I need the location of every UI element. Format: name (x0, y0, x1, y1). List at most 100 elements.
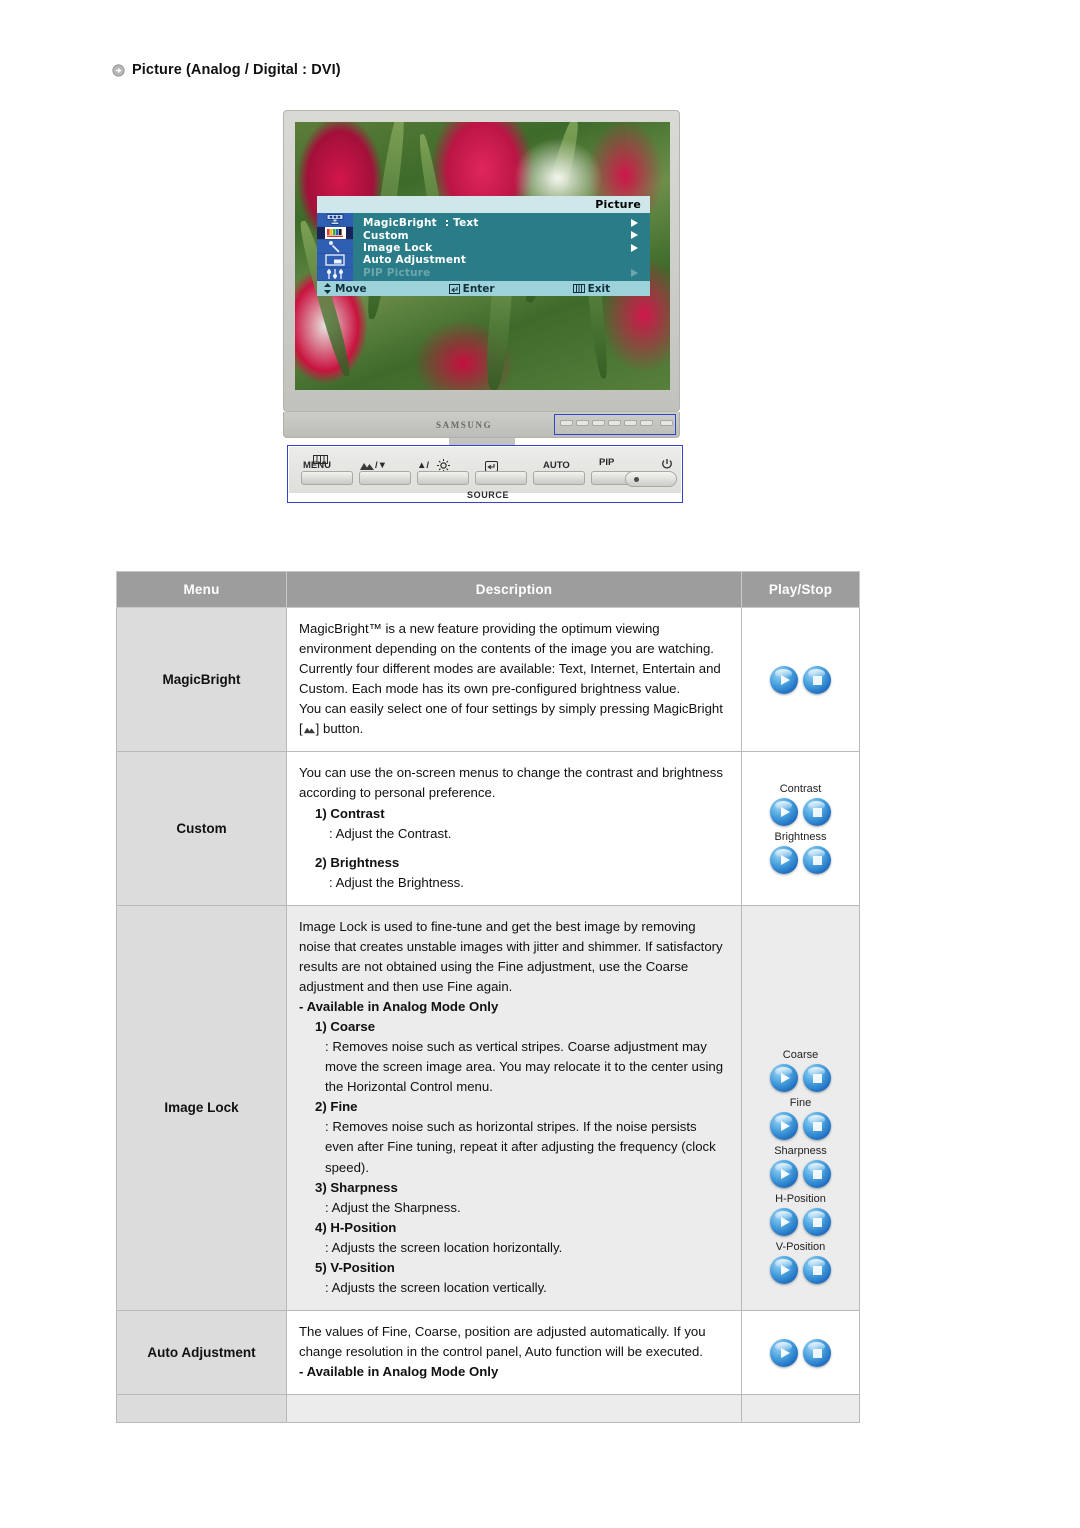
row-menu-label: MagicBright (116, 606, 287, 753)
input-source-icon[interactable] (317, 213, 353, 227)
mini-button[interactable] (624, 420, 637, 426)
control-panel-surface: MENU /▼ ▲/ SOURCE AUTO PIP (289, 447, 681, 500)
mini-button[interactable] (560, 420, 573, 426)
up-down-arrows-icon (324, 283, 331, 294)
setup-sliders-icon[interactable] (317, 268, 353, 281)
play-button[interactable] (770, 1112, 798, 1141)
auto-button[interactable] (533, 471, 585, 485)
play-stop-pair[interactable] (746, 797, 855, 826)
play-stop-pair[interactable] (746, 1160, 855, 1189)
control-label: Contrast (779, 782, 822, 795)
osd-title-bar: Picture (317, 196, 650, 213)
play-stop-pair[interactable] (746, 1064, 855, 1093)
up-brightness-button[interactable] (417, 471, 469, 485)
play-button[interactable] (770, 666, 798, 695)
osd-item-label: PIP Picture (363, 266, 431, 279)
play-stop-pair[interactable] (746, 845, 855, 874)
column-header-menu: Menu (116, 571, 287, 608)
osd-item-image-lock[interactable]: Image Lock (363, 242, 650, 254)
sub-item-body: : Removes noise such as horizontal strip… (325, 1119, 716, 1175)
control-label: Sharpness (774, 1145, 827, 1158)
sub-item-body: : Adjust the Brightness. (329, 874, 464, 890)
row-description: Image Lock is used to fine-tune and get … (286, 904, 742, 1311)
row-description: MagicBright™ is a new feature providing … (286, 606, 742, 753)
play-button[interactable] (770, 797, 798, 826)
description-paragraph-magicbright-button: You can easily select one of four settin… (299, 701, 723, 737)
stop-button[interactable] (803, 1339, 831, 1368)
power-button[interactable] (625, 471, 677, 487)
osd-item-custom[interactable]: Custom (363, 229, 650, 242)
mini-button[interactable] (592, 420, 605, 426)
row-description (286, 1394, 742, 1424)
mini-button[interactable] (660, 420, 673, 426)
menu-button[interactable] (301, 471, 353, 485)
control-panel-callout: MENU /▼ ▲/ SOURCE AUTO PIP (287, 445, 683, 503)
osd-footer-enter: Enter (448, 283, 495, 295)
osd-item-pip-picture[interactable]: PIP Picture (363, 267, 650, 279)
availability-note: - Available in Analog Mode Only (299, 999, 499, 1014)
pip-window-icon[interactable] (317, 254, 353, 268)
play-stop-pair[interactable] (746, 1112, 855, 1141)
up-brightness-button-label: ▲/ (417, 460, 430, 471)
row-menu-label: Auto Adjustment (116, 1309, 287, 1396)
sub-item-title: 5) V-Position (315, 1259, 395, 1275)
enter-key-icon (448, 283, 460, 294)
chevron-right-icon (631, 231, 638, 240)
chevron-right-icon (631, 243, 638, 252)
osd-footer-exit-label: Exit (587, 282, 611, 295)
stop-button[interactable] (803, 845, 831, 874)
stop-button[interactable] (803, 1064, 831, 1093)
monitor-bottom-bezel: SAMSUNG (283, 412, 680, 438)
magicbright-down-button[interactable] (359, 471, 411, 485)
availability-note: - Available in Analog Mode Only (299, 1364, 499, 1380)
osd-sidebar[interactable] (317, 213, 353, 281)
mini-button[interactable] (576, 420, 589, 426)
sub-item-title: 1) Contrast (315, 805, 385, 821)
row-menu-label: Image Lock (116, 904, 287, 1311)
sub-item-title: 3) Sharpness (315, 1179, 398, 1195)
row-controls (741, 1394, 860, 1424)
color-bars-icon[interactable] (317, 226, 353, 240)
osd-menu[interactable]: Picture MagicBright: Text Custom Image … (317, 196, 650, 296)
play-stop-pair[interactable] (746, 1208, 855, 1237)
table-row: Image Lock Image Lock is used to fine-tu… (116, 904, 860, 1311)
osd-item-list[interactable]: MagicBright : Text Custom Image Lock Aut… (353, 213, 650, 281)
osd-item-label: Auto Adjustment (363, 254, 467, 267)
row-description: You can use the on-screen menus to chang… (286, 751, 742, 906)
brand-logo: SAMSUNG (436, 420, 493, 430)
stop-button[interactable] (803, 1256, 831, 1285)
row-controls (741, 606, 860, 753)
magic-wand-icon[interactable] (317, 240, 353, 254)
picture-menu-table: Menu Description Play/Stop MagicBright M… (116, 571, 860, 1424)
osd-item-magicbright[interactable]: MagicBright : Text (363, 217, 650, 229)
power-indicator-dot (634, 477, 639, 482)
control-label: Coarse (782, 1049, 819, 1062)
play-button[interactable] (770, 1064, 798, 1093)
stop-button[interactable] (803, 1160, 831, 1189)
play-button[interactable] (770, 1208, 798, 1237)
mini-button[interactable] (640, 420, 653, 426)
play-button[interactable] (770, 1256, 798, 1285)
control-label: Fine (789, 1097, 812, 1110)
play-button[interactable] (770, 1160, 798, 1189)
mini-button[interactable] (608, 420, 621, 426)
osd-item-label: MagicBright (363, 217, 437, 230)
play-stop-pair[interactable] (746, 1256, 855, 1285)
play-button[interactable] (770, 1339, 798, 1368)
sub-item-body: : Adjust the Contrast. (329, 825, 452, 841)
stop-button[interactable] (803, 797, 831, 826)
play-stop-pair[interactable] (746, 1339, 855, 1368)
osd-item-auto-adjustment[interactable]: Auto Adjustment (363, 254, 650, 266)
play-button[interactable] (770, 845, 798, 874)
stop-button[interactable] (803, 666, 831, 695)
description-intro: You can use the on-screen menus to chang… (299, 765, 723, 801)
stop-button[interactable] (803, 1208, 831, 1237)
source-button[interactable] (475, 471, 527, 485)
play-stop-pair[interactable] (746, 666, 855, 695)
circle-arrow-icon (112, 63, 125, 77)
stop-button[interactable] (803, 1112, 831, 1141)
table-row: Auto Adjustment The values of Fine, Coar… (116, 1309, 860, 1396)
page-heading: Picture (Analog / Digital : DVI) (112, 62, 341, 78)
sub-item-title: 1) Coarse (315, 1019, 376, 1035)
description-intro: The values of Fine, Coarse, position are… (299, 1323, 706, 1359)
